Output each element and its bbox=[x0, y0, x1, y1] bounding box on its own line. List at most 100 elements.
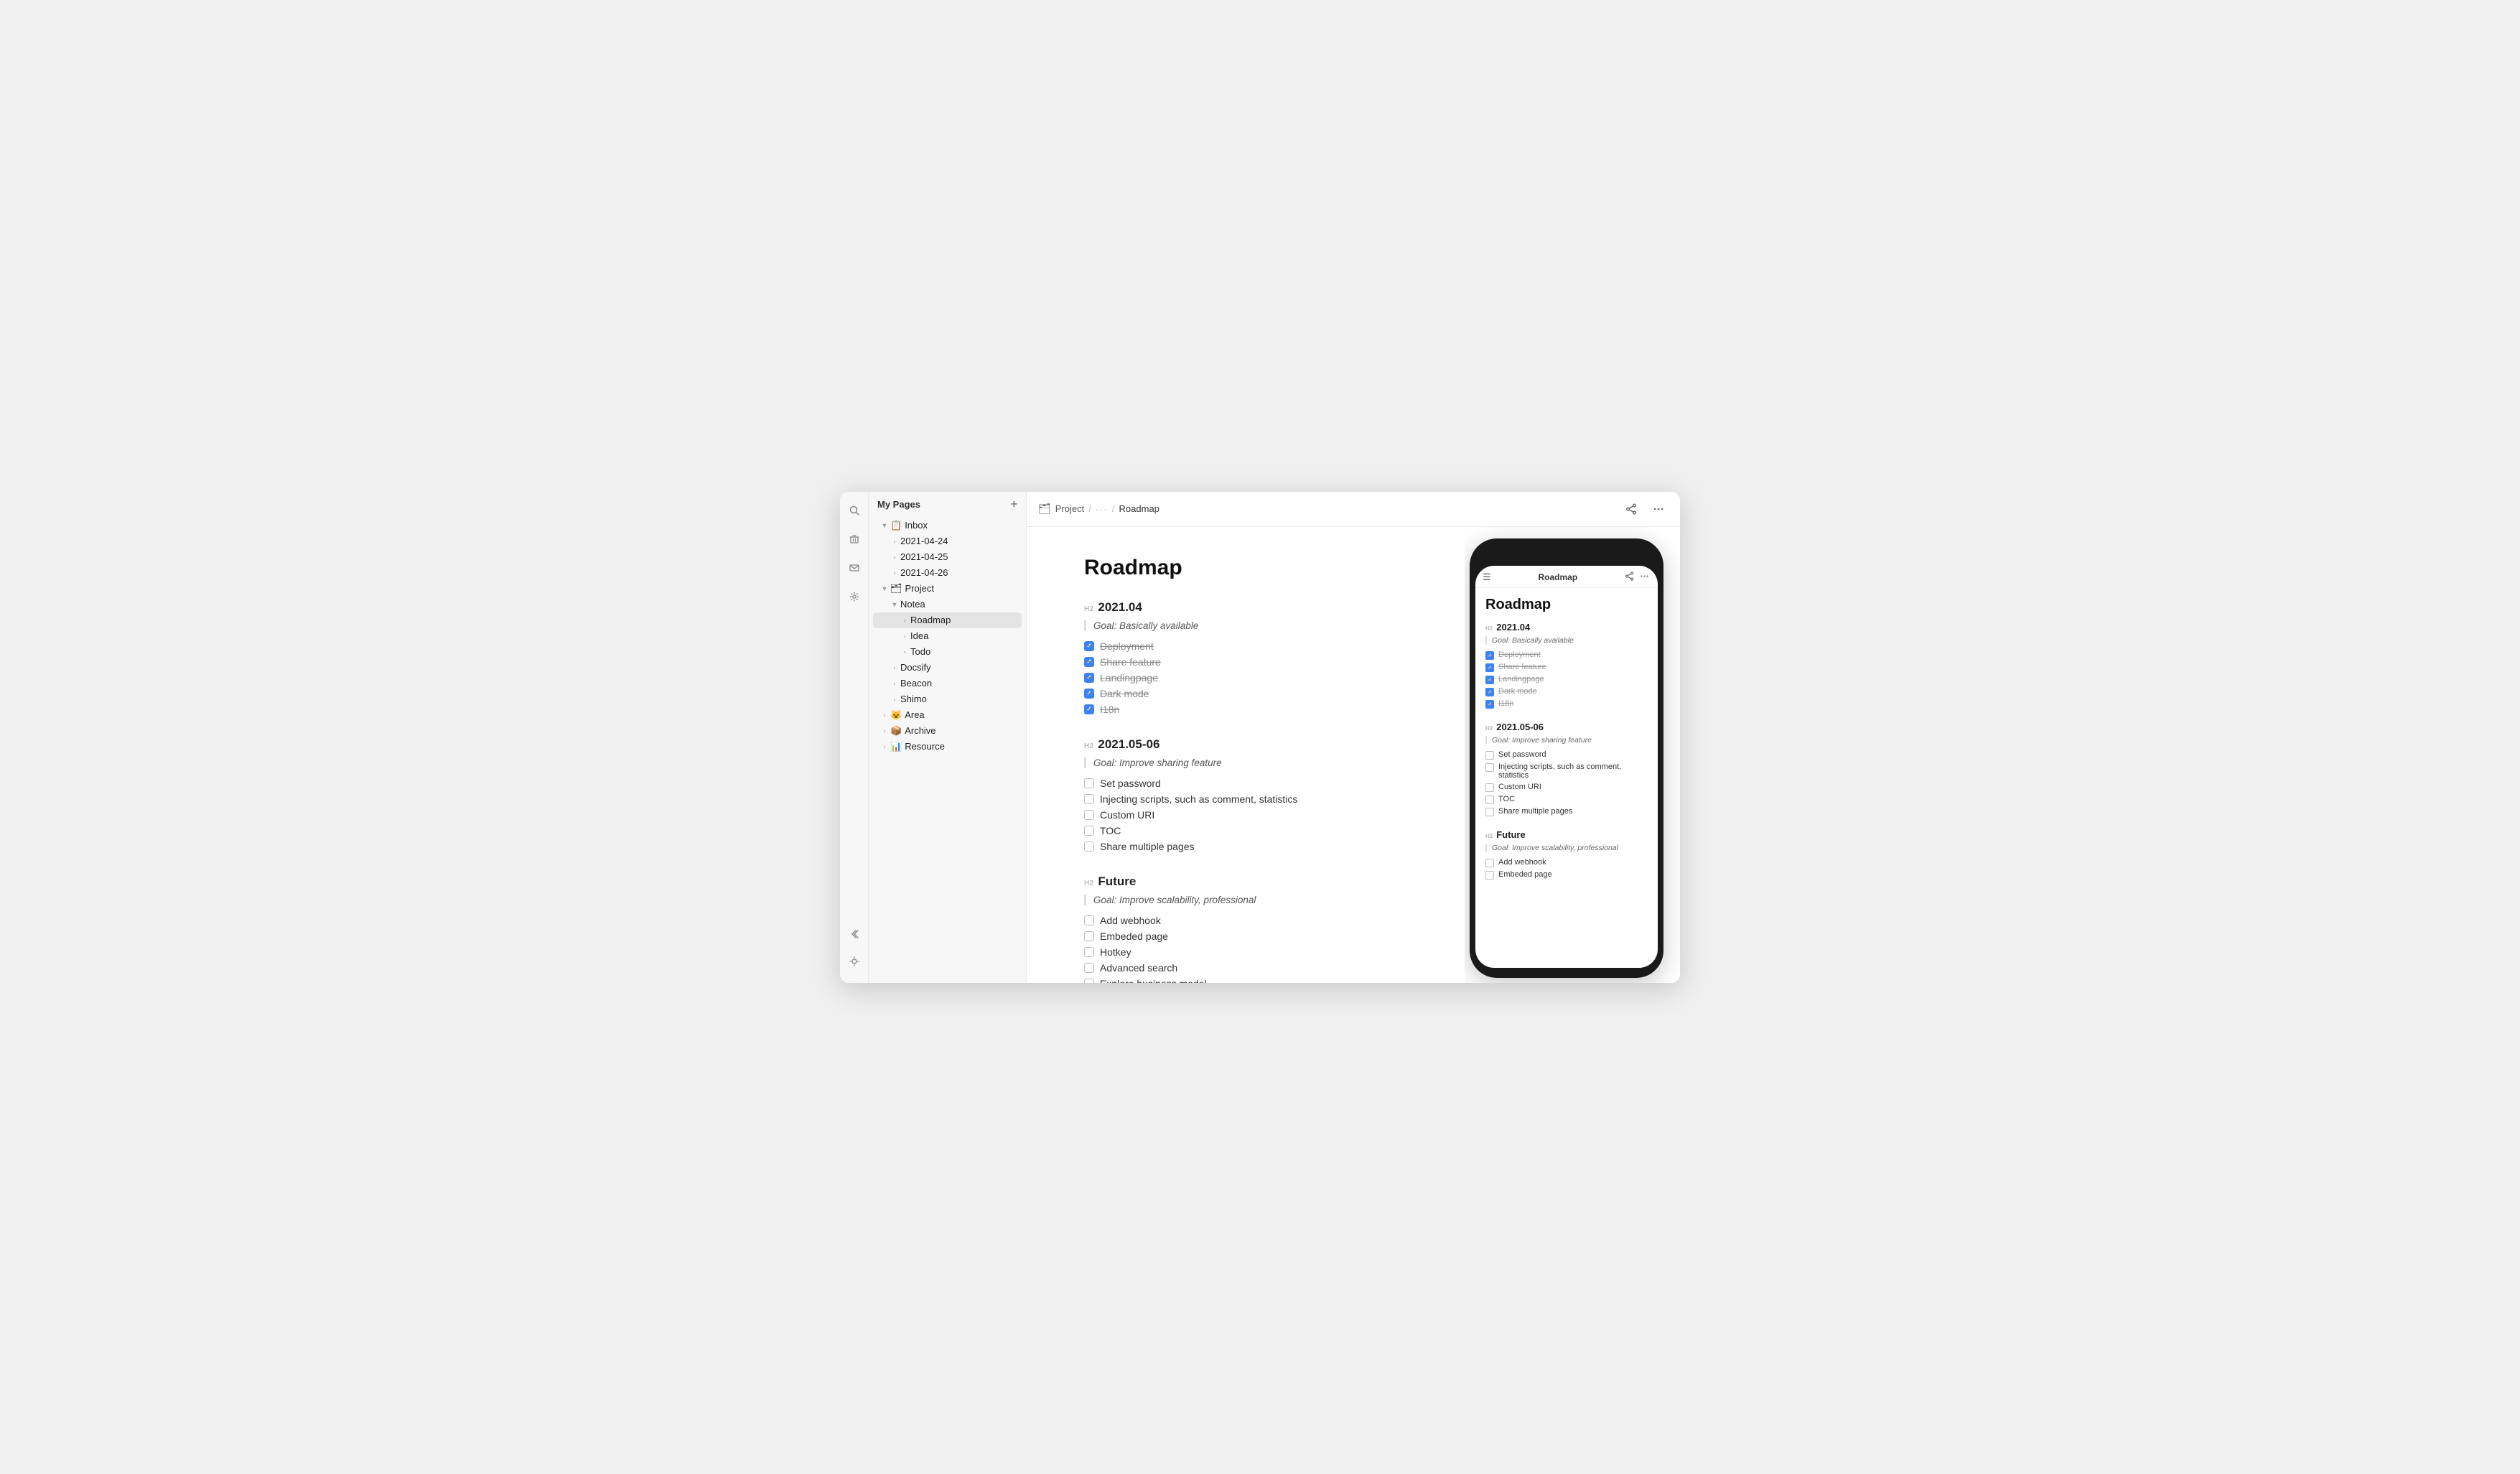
check-item-injecting-scripts[interactable]: Injecting scripts, such as comment, stat… bbox=[1084, 791, 1422, 807]
phone-checkbox-deployment[interactable] bbox=[1485, 651, 1494, 660]
sidebar-item-roadmap[interactable]: › Roadmap bbox=[873, 612, 1022, 628]
phone-content: Roadmap H2 2021.04 Goal: Basically avail… bbox=[1475, 588, 1658, 901]
check-item-advanced-search[interactable]: Advanced search bbox=[1084, 960, 1422, 976]
theme-icon[interactable] bbox=[844, 951, 864, 971]
check-item-hotkey[interactable]: Hotkey bbox=[1084, 944, 1422, 960]
phone-check-share-multiple[interactable]: Share multiple pages bbox=[1485, 806, 1648, 818]
checkbox-i18n[interactable] bbox=[1084, 704, 1094, 714]
checkbox-embeded-page[interactable] bbox=[1084, 931, 1094, 941]
sidebar-item-inbox[interactable]: ▼ 📋 Inbox bbox=[873, 518, 1022, 533]
phone-section-2: H2 2021.05-06 Goal: Improve sharing feat… bbox=[1485, 722, 1648, 818]
sidebar-item-resource[interactable]: › 📊 Resource bbox=[873, 739, 1022, 755]
check-item-share-multiple[interactable]: Share multiple pages bbox=[1084, 839, 1422, 854]
phone-checkbox-add-webhook[interactable] bbox=[1485, 859, 1494, 867]
phone-checkbox-share-multiple[interactable] bbox=[1485, 808, 1494, 816]
phone-check-dark-mode[interactable]: Dark mode bbox=[1485, 686, 1648, 698]
check-item-i18n[interactable]: I18n bbox=[1084, 701, 1422, 717]
section-future: H2 Future Goal: Improve scalability, pro… bbox=[1084, 874, 1422, 983]
check-item-deployment[interactable]: Deployment bbox=[1084, 638, 1422, 654]
sidebar-item-date2[interactable]: › 2021-04-25 bbox=[873, 549, 1022, 565]
checkbox-custom-uri[interactable] bbox=[1084, 810, 1094, 820]
more-options-icon[interactable] bbox=[1648, 499, 1669, 519]
date1-arrow: › bbox=[889, 536, 900, 547]
check-item-landingpage[interactable]: Landingpage bbox=[1084, 670, 1422, 686]
phone-check-embeded-page[interactable]: Embeded page bbox=[1485, 869, 1648, 881]
phone-checkbox-embeded-page[interactable] bbox=[1485, 871, 1494, 880]
phone-share-icon[interactable] bbox=[1625, 572, 1634, 583]
h2-label-1: H2 bbox=[1084, 605, 1093, 613]
check-item-share-feature[interactable]: Share feature bbox=[1084, 654, 1422, 670]
phone-checkbox-toc[interactable] bbox=[1485, 796, 1494, 804]
phone-checkbox-injecting-scripts[interactable] bbox=[1485, 763, 1494, 772]
check-label-advanced-search: Advanced search bbox=[1100, 962, 1177, 974]
sidebar-item-shimo[interactable]: › Shimo bbox=[873, 691, 1022, 707]
phone-checkbox-share-feature[interactable] bbox=[1485, 663, 1494, 672]
sidebar-item-todo[interactable]: › Todo bbox=[873, 644, 1022, 660]
checkbox-deployment[interactable] bbox=[1084, 641, 1094, 651]
check-item-embeded-page[interactable]: Embeded page bbox=[1084, 928, 1422, 944]
sidebar-item-notea[interactable]: ▼ Notea bbox=[873, 597, 1022, 612]
phone-check-label-i18n: I18n bbox=[1498, 699, 1513, 708]
check-item-dark-mode[interactable]: Dark mode bbox=[1084, 686, 1422, 701]
checkbox-landingpage[interactable] bbox=[1084, 673, 1094, 683]
phone-title: Roadmap bbox=[1538, 572, 1577, 582]
check-item-toc[interactable]: TOC bbox=[1084, 823, 1422, 839]
share-icon[interactable] bbox=[1621, 499, 1641, 519]
phone-checkbox-dark-mode[interactable] bbox=[1485, 688, 1494, 696]
roadmap-label: Roadmap bbox=[910, 615, 951, 625]
sidebar-item-date1[interactable]: › 2021-04-24 bbox=[873, 533, 1022, 549]
phone-check-set-password[interactable]: Set password bbox=[1485, 749, 1648, 761]
h2-label-3: H2 bbox=[1084, 880, 1093, 887]
topbar-actions bbox=[1621, 499, 1669, 519]
phone-check-toc[interactable]: TOC bbox=[1485, 793, 1648, 806]
sidebar-item-beacon[interactable]: › Beacon bbox=[873, 676, 1022, 691]
collapse-sidebar-icon[interactable] bbox=[844, 924, 864, 944]
sidebar-item-project[interactable]: ▼ 🗂 Project bbox=[873, 581, 1022, 597]
breadcrumb-project[interactable]: Project bbox=[1055, 503, 1084, 514]
topbar: 🗂 Project / ··· / Roadmap bbox=[1027, 492, 1680, 527]
checkbox-explore-business[interactable] bbox=[1084, 979, 1094, 983]
phone-check-injecting-scripts[interactable]: Injecting scripts, such as comment, stat… bbox=[1485, 761, 1648, 781]
checkbox-set-password[interactable] bbox=[1084, 778, 1094, 788]
search-icon[interactable] bbox=[844, 500, 864, 521]
check-item-add-webhook[interactable]: Add webhook bbox=[1084, 913, 1422, 928]
phone-menu-icon[interactable]: ☰ bbox=[1483, 572, 1491, 583]
checkbox-add-webhook[interactable] bbox=[1084, 915, 1094, 925]
docsify-arrow: › bbox=[889, 662, 900, 673]
checkbox-share-multiple[interactable] bbox=[1084, 841, 1094, 852]
checkbox-dark-mode[interactable] bbox=[1084, 689, 1094, 699]
mail-icon[interactable] bbox=[844, 558, 864, 578]
settings-icon[interactable] bbox=[844, 587, 864, 607]
phone-checkbox-landingpage[interactable] bbox=[1485, 676, 1494, 684]
check-label-dark-mode: Dark mode bbox=[1100, 688, 1149, 699]
phone-check-landingpage[interactable]: Landingpage bbox=[1485, 673, 1648, 686]
my-pages-label: My Pages bbox=[877, 499, 920, 510]
sidebar-item-idea[interactable]: › Idea bbox=[873, 628, 1022, 644]
phone-checkbox-custom-uri[interactable] bbox=[1485, 783, 1494, 792]
check-item-set-password[interactable]: Set password bbox=[1084, 775, 1422, 791]
trash-icon[interactable] bbox=[844, 529, 864, 549]
phone-checkbox-i18n[interactable] bbox=[1485, 700, 1494, 709]
check-item-custom-uri[interactable]: Custom URI bbox=[1084, 807, 1422, 823]
sidebar-item-area[interactable]: › 😺 Area bbox=[873, 707, 1022, 723]
phone-more-icon[interactable] bbox=[1640, 572, 1649, 583]
checkbox-share-feature[interactable] bbox=[1084, 657, 1094, 667]
checkbox-injecting-scripts[interactable] bbox=[1084, 794, 1094, 804]
sidebar-item-date3[interactable]: › 2021-04-26 bbox=[873, 565, 1022, 581]
breadcrumb-dots[interactable]: ··· bbox=[1096, 503, 1108, 515]
sidebar-item-archive[interactable]: › 📦 Archive bbox=[873, 723, 1022, 739]
sidebar-item-docsify[interactable]: › Docsify bbox=[873, 660, 1022, 676]
check-item-explore-business[interactable]: Explore business model bbox=[1084, 976, 1422, 983]
phone-checkbox-set-password[interactable] bbox=[1485, 751, 1494, 760]
checkbox-advanced-search[interactable] bbox=[1084, 963, 1094, 973]
phone-check-i18n[interactable]: I18n bbox=[1485, 698, 1648, 710]
section-title-2: 2021.05-06 bbox=[1098, 737, 1159, 752]
checkbox-toc[interactable] bbox=[1084, 826, 1094, 836]
phone-check-label-dark-mode: Dark mode bbox=[1498, 687, 1537, 696]
phone-check-add-webhook[interactable]: Add webhook bbox=[1485, 857, 1648, 869]
phone-check-share-feature[interactable]: Share feature bbox=[1485, 661, 1648, 673]
phone-check-custom-uri[interactable]: Custom URI bbox=[1485, 781, 1648, 793]
add-page-button[interactable]: + bbox=[1011, 499, 1017, 510]
checkbox-hotkey[interactable] bbox=[1084, 947, 1094, 957]
phone-check-deployment[interactable]: Deployment bbox=[1485, 649, 1648, 661]
